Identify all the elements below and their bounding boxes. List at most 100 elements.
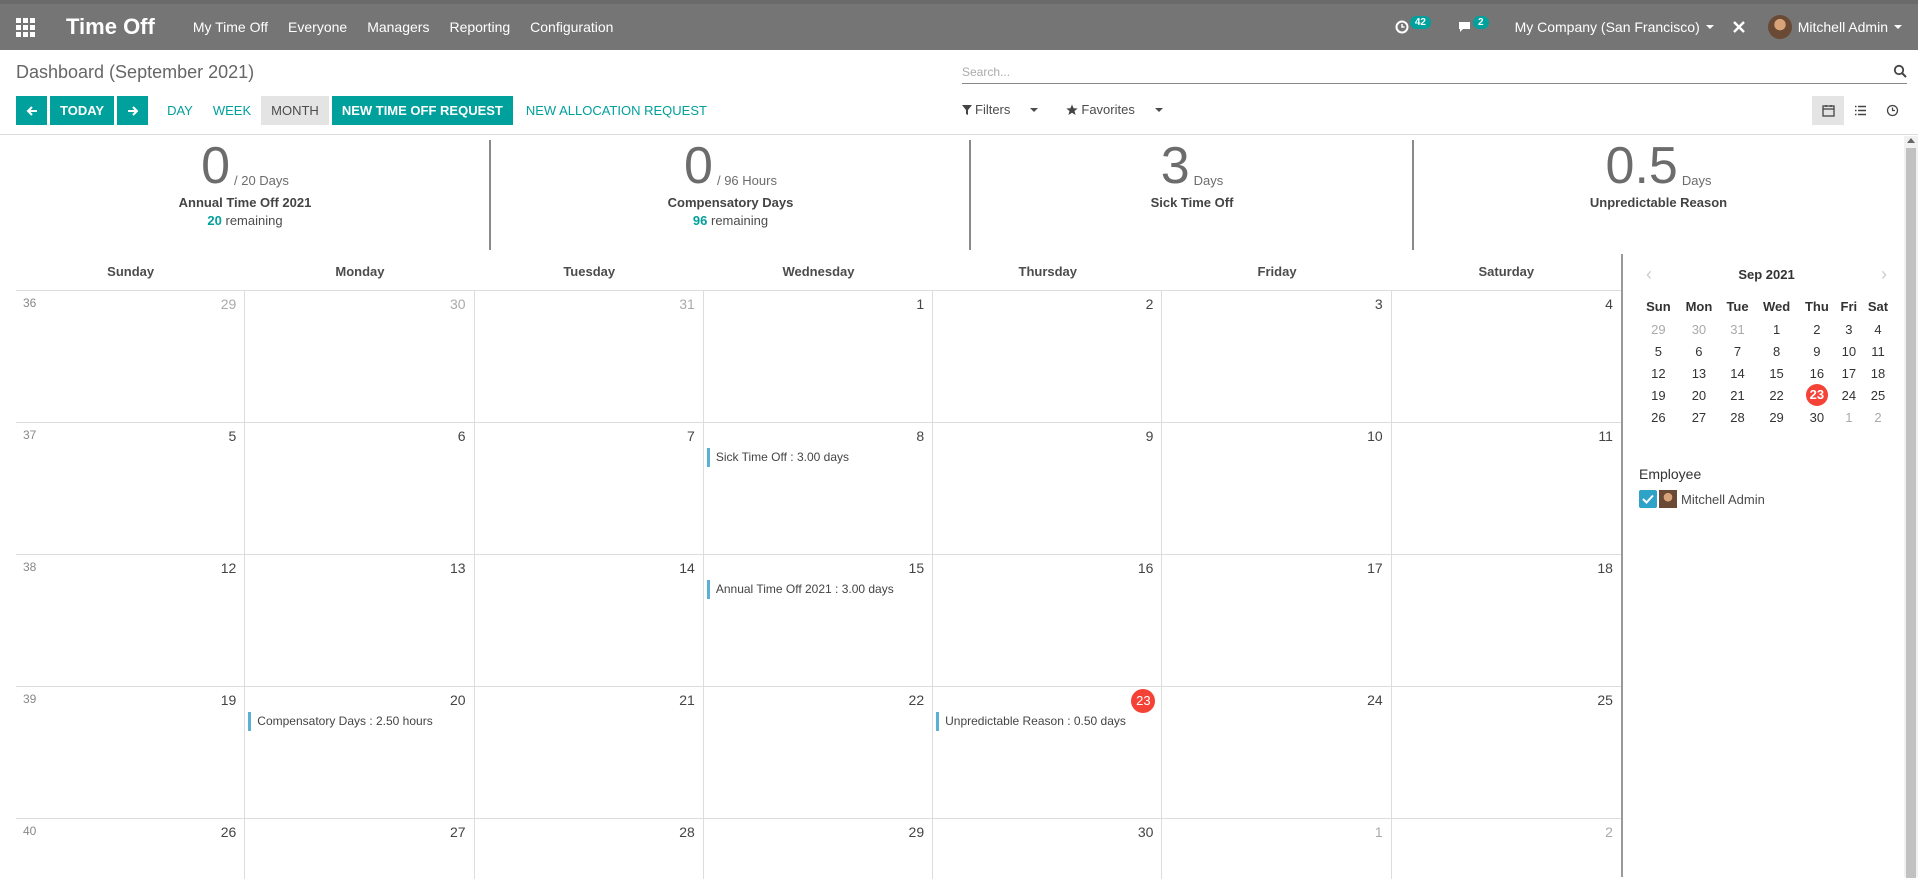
calendar-day-cell[interactable]: 31 xyxy=(475,291,704,422)
calendar-day-cell[interactable]: 29 xyxy=(704,819,934,879)
mini-day[interactable]: 1 xyxy=(1755,318,1798,340)
calendar-day-cell[interactable]: 28 xyxy=(475,819,704,879)
mini-day[interactable]: 20 xyxy=(1678,384,1720,406)
app-title[interactable]: Time Off xyxy=(66,14,155,40)
calendar-day-cell[interactable]: 17 xyxy=(1162,555,1392,686)
mini-day[interactable]: 25 xyxy=(1862,384,1894,406)
scale-week-button[interactable]: WEEK xyxy=(203,96,261,125)
employee-filter-item[interactable]: Mitchell Admin xyxy=(1639,490,1765,508)
company-switcher[interactable]: My Company (San Francisco) xyxy=(1515,19,1714,35)
list-view-icon[interactable] xyxy=(1844,96,1876,125)
calendar-day-cell[interactable]: 25 xyxy=(1392,687,1621,818)
mini-day[interactable]: 1 xyxy=(1836,406,1862,428)
mini-day[interactable]: 2 xyxy=(1862,406,1894,428)
calendar-event[interactable]: Sick Time Off : 3.00 days xyxy=(706,448,924,467)
calendar-day-cell[interactable]: 7 xyxy=(475,423,704,554)
calendar-day-cell[interactable]: 24 xyxy=(1162,687,1392,818)
today-button[interactable]: TODAY xyxy=(50,96,115,125)
calendar-day-cell[interactable]: 37 5 xyxy=(16,423,246,554)
calendar-day-cell[interactable]: 22 xyxy=(704,687,934,818)
mini-day[interactable]: 8 xyxy=(1755,340,1798,362)
calendar-day-cell[interactable]: 40 26 xyxy=(16,819,246,879)
activity-menu[interactable]: 42 xyxy=(1395,15,1431,34)
calendar-day-cell[interactable]: 20 Compensatory Days : 2.50 hours xyxy=(245,687,475,818)
calendar-event[interactable]: Compensatory Days : 2.50 hours xyxy=(248,712,465,731)
mini-day[interactable]: 27 xyxy=(1678,406,1720,428)
calendar-day-cell[interactable]: 3 xyxy=(1162,291,1392,422)
calendar-view-icon[interactable] xyxy=(1812,96,1844,125)
filters-toggle[interactable]: Filters xyxy=(962,102,1052,117)
next-button[interactable] xyxy=(117,96,149,125)
calendar-day-cell[interactable]: 6 xyxy=(245,423,475,554)
calendar-day-cell[interactable]: 23 Unpredictable Reason : 0.50 days xyxy=(933,687,1163,818)
mini-day[interactable]: 10 xyxy=(1836,340,1862,362)
calendar-day-cell[interactable]: 14 xyxy=(475,555,704,686)
calendar-event[interactable]: Unpredictable Reason : 0.50 days xyxy=(936,712,1153,731)
mini-day[interactable]: 6 xyxy=(1678,340,1720,362)
mini-day[interactable]: 18 xyxy=(1862,362,1894,384)
mini-day[interactable]: 28 xyxy=(1720,406,1755,428)
calendar-day-cell[interactable]: 10 xyxy=(1162,423,1392,554)
menu-my-time-off[interactable]: My Time Off xyxy=(193,19,268,35)
new-time-off-button[interactable]: NEW TIME OFF REQUEST xyxy=(331,96,513,125)
page-scrollbar[interactable] xyxy=(1904,136,1918,878)
mini-prev-month-icon[interactable]: ‹ xyxy=(1639,264,1659,285)
mini-day[interactable]: 29 xyxy=(1639,318,1678,340)
mini-day[interactable]: 31 xyxy=(1720,318,1755,340)
calendar-event[interactable]: Annual Time Off 2021 : 3.00 days xyxy=(706,580,924,599)
calendar-day-cell[interactable]: 1 xyxy=(1162,819,1392,879)
mini-day[interactable]: 21 xyxy=(1720,384,1755,406)
menu-everyone[interactable]: Everyone xyxy=(288,19,347,35)
activity-view-icon[interactable] xyxy=(1876,96,1908,125)
mini-day[interactable]: 12 xyxy=(1639,362,1678,384)
scrollbar-thumb[interactable] xyxy=(1906,148,1916,878)
calendar-day-cell[interactable]: 36 29 xyxy=(16,291,246,422)
menu-configuration[interactable]: Configuration xyxy=(530,19,613,35)
scale-month-button[interactable]: MONTH xyxy=(261,96,329,125)
debug-tools[interactable] xyxy=(1732,20,1746,34)
mini-day[interactable]: 5 xyxy=(1639,340,1678,362)
calendar-day-cell[interactable]: 4 xyxy=(1392,291,1621,422)
search-input[interactable]: Search... xyxy=(962,62,1907,84)
scale-day-button[interactable]: DAY xyxy=(157,96,203,125)
calendar-day-cell[interactable]: 2 xyxy=(1392,819,1621,879)
mini-day[interactable]: 2 xyxy=(1798,318,1836,340)
calendar-day-cell[interactable]: 9 xyxy=(933,423,1163,554)
calendar-day-cell[interactable]: 38 12 xyxy=(16,555,246,686)
calendar-day-cell[interactable]: 30 xyxy=(245,291,475,422)
mini-day[interactable]: 14 xyxy=(1720,362,1755,384)
mini-day[interactable]: 22 xyxy=(1755,384,1798,406)
mini-day[interactable]: 3 xyxy=(1836,318,1862,340)
user-menu[interactable]: Mitchell Admin xyxy=(1767,15,1902,39)
mini-day[interactable]: 26 xyxy=(1639,406,1678,428)
calendar-day-cell[interactable]: 13 xyxy=(245,555,475,686)
scroll-up-icon[interactable] xyxy=(1907,138,1915,143)
menu-reporting[interactable]: Reporting xyxy=(449,19,510,35)
messaging-menu[interactable]: 2 xyxy=(1457,15,1489,34)
search-icon[interactable] xyxy=(1893,64,1907,78)
calendar-day-cell[interactable]: 21 xyxy=(475,687,704,818)
favorites-toggle[interactable]: Favorites xyxy=(1066,102,1176,117)
mini-day[interactable]: 16 xyxy=(1798,362,1836,384)
calendar-day-cell[interactable]: 16 xyxy=(933,555,1163,686)
mini-day[interactable]: 19 xyxy=(1639,384,1678,406)
calendar-day-cell[interactable]: 30 xyxy=(933,819,1163,879)
mini-day[interactable]: 4 xyxy=(1862,318,1894,340)
menu-managers[interactable]: Managers xyxy=(367,19,429,35)
mini-day[interactable]: 29 xyxy=(1755,406,1798,428)
mini-day[interactable]: 13 xyxy=(1678,362,1720,384)
calendar-day-cell[interactable]: 18 xyxy=(1392,555,1621,686)
mini-day[interactable]: 30 xyxy=(1798,406,1836,428)
employee-checkbox[interactable] xyxy=(1639,490,1657,508)
calendar-day-cell[interactable]: 27 xyxy=(245,819,475,879)
previous-button[interactable] xyxy=(16,96,47,125)
mini-day[interactable]: 24 xyxy=(1836,384,1862,406)
mini-day[interactable]: 11 xyxy=(1862,340,1894,362)
mini-day[interactable]: 30 xyxy=(1678,318,1720,340)
calendar-day-cell[interactable]: 8 Sick Time Off : 3.00 days xyxy=(704,423,934,554)
calendar-day-cell[interactable]: 1 xyxy=(704,291,934,422)
mini-day[interactable]: 9 xyxy=(1798,340,1836,362)
calendar-day-cell[interactable]: 2 xyxy=(933,291,1163,422)
mini-day[interactable]: 7 xyxy=(1720,340,1755,362)
mini-today[interactable]: 23 xyxy=(1798,384,1836,406)
